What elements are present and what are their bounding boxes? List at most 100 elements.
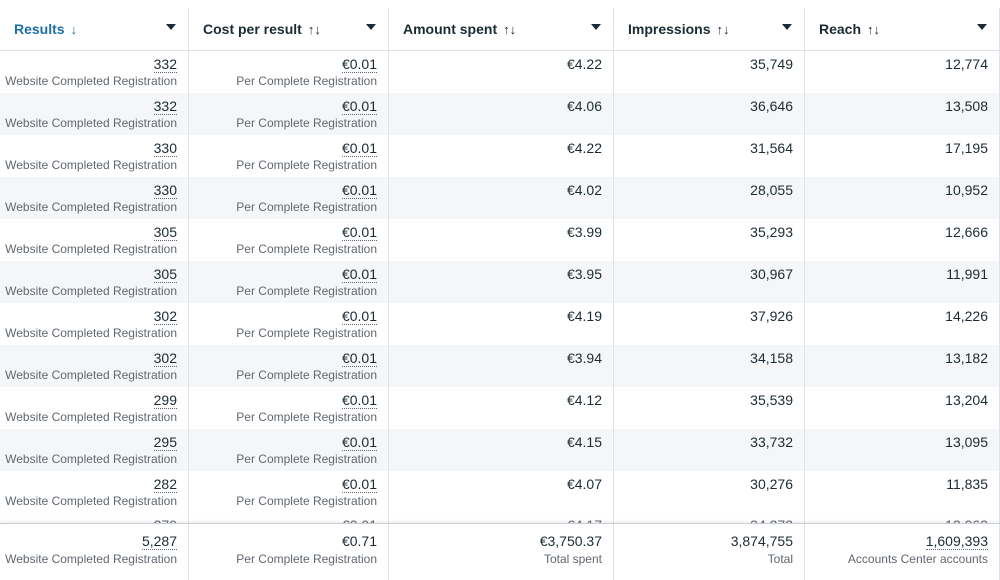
amount-spent-value: €3.99 xyxy=(566,224,602,240)
impressions-cell: 34,372 xyxy=(614,513,805,523)
amount-spent-cell: €4.07 xyxy=(389,471,614,513)
impressions-cell: 34,158 xyxy=(614,345,805,387)
table-row: 299 Website Completed Registration €0.01 P… xyxy=(0,387,1000,429)
reach-cell: 12,774 xyxy=(805,51,1000,93)
caret-down-icon[interactable] xyxy=(782,24,792,30)
cost-per-result-value[interactable]: €0.01 xyxy=(189,261,377,283)
impressions-value: 35,293 xyxy=(750,224,793,240)
amount-spent-cell: €3.94 xyxy=(389,345,614,387)
cost-per-result-value[interactable]: €0.01 xyxy=(189,429,377,451)
total-reach-cell: 1,609,393 Accounts Center accounts xyxy=(805,524,1000,580)
cost-per-result-label: Per Complete Registration xyxy=(236,410,377,424)
cost-per-result-value[interactable]: €0.01 xyxy=(189,387,377,409)
table-row: 295 Website Completed Registration €0.01 P… xyxy=(0,429,1000,471)
total-results-value[interactable]: 5,287 xyxy=(0,524,177,550)
results-value[interactable]: 295 xyxy=(0,429,177,451)
results-value[interactable]: 282 xyxy=(0,471,177,493)
cost-per-result-label: Per Complete Registration xyxy=(236,242,377,256)
impressions-value: 28,055 xyxy=(750,182,793,198)
reach-value: 12,774 xyxy=(945,56,988,72)
reach-value: 10,952 xyxy=(945,182,988,198)
column-header-amount-spent[interactable]: Amount spent ↑↓ xyxy=(389,8,614,50)
column-header-reach[interactable]: Reach ↑↓ xyxy=(805,8,1000,50)
results-cell: 299 Website Completed Registration xyxy=(0,387,189,429)
amount-spent-cell: €4.12 xyxy=(389,387,614,429)
total-reach-value[interactable]: 1,609,393 xyxy=(805,524,988,550)
column-header-impressions[interactable]: Impressions ↑↓ xyxy=(614,8,805,50)
cost-per-result-value[interactable]: €0.01 xyxy=(189,51,377,73)
sort-arrow-icon[interactable]: ↓ xyxy=(71,22,78,37)
results-cell: 305 Website Completed Registration xyxy=(0,261,189,303)
table-row: 302 Website Completed Registration €0.01 P… xyxy=(0,345,1000,387)
impressions-cell: 31,564 xyxy=(614,135,805,177)
results-label: Website Completed Registration xyxy=(5,242,177,256)
reach-value: 13,095 xyxy=(945,434,988,450)
results-cell: 295 Website Completed Registration xyxy=(0,429,189,471)
impressions-value: 30,276 xyxy=(750,476,793,492)
results-label: Website Completed Registration xyxy=(5,452,177,466)
impressions-value: 35,539 xyxy=(750,392,793,408)
results-value[interactable]: 332 xyxy=(0,93,177,115)
partial-table-row: 279 €0.01 €4.17 34,372 13,063 xyxy=(0,513,1000,523)
reach-value: 13,182 xyxy=(945,350,988,366)
column-header-results[interactable]: Results ↓ xyxy=(0,8,189,50)
reach-cell: 12,666 xyxy=(805,219,1000,261)
results-value[interactable]: 302 xyxy=(0,345,177,367)
impressions-value: 37,926 xyxy=(750,308,793,324)
total-reach-label: Accounts Center accounts xyxy=(847,552,988,566)
column-label-cost-per-result: Cost per result xyxy=(203,21,302,37)
impressions-cell: 35,749 xyxy=(614,51,805,93)
sort-arrows-icon[interactable]: ↑↓ xyxy=(308,22,321,37)
sort-arrows-icon[interactable]: ↑↓ xyxy=(867,22,880,37)
results-value[interactable]: 302 xyxy=(0,303,177,325)
amount-spent-value: €4.12 xyxy=(566,392,602,408)
results-cell: 302 Website Completed Registration xyxy=(0,345,189,387)
results-value[interactable]: 299 xyxy=(0,387,177,409)
cost-per-result-label: Per Complete Registration xyxy=(236,284,377,298)
cost-per-result-value[interactable]: €0.01 xyxy=(189,219,377,241)
cost-per-result-label: Per Complete Registration xyxy=(236,494,377,508)
total-amount-spent-value: €3,750.37 xyxy=(539,533,602,549)
results-label: Website Completed Registration xyxy=(5,410,177,424)
reach-cell: 11,835 xyxy=(805,471,1000,513)
cost-per-result-label: Per Complete Registration xyxy=(236,200,377,214)
results-value[interactable]: 305 xyxy=(0,261,177,283)
results-label: Website Completed Registration xyxy=(5,284,177,298)
cost-per-result-cell: €0.01 Per Complete Registration xyxy=(189,345,389,387)
results-value[interactable]: 330 xyxy=(0,135,177,157)
results-value[interactable]: 305 xyxy=(0,219,177,241)
impressions-cell: 30,967 xyxy=(614,261,805,303)
caret-down-icon[interactable] xyxy=(366,24,376,30)
results-cell: 332 Website Completed Registration xyxy=(0,93,189,135)
impressions-value: 33,732 xyxy=(750,434,793,450)
cost-per-result-value[interactable]: €0.01 xyxy=(189,135,377,157)
reach-cell: 13,204 xyxy=(805,387,1000,429)
column-header-cost-per-result[interactable]: Cost per result ↑↓ xyxy=(189,8,389,50)
reach-value: 13,204 xyxy=(945,392,988,408)
caret-down-icon[interactable] xyxy=(977,24,987,30)
caret-down-icon[interactable] xyxy=(166,24,176,30)
results-value[interactable]: 332 xyxy=(0,51,177,73)
ads-results-table: Results ↓ Cost per result ↑↓ Amount spen… xyxy=(0,0,1000,580)
impressions-cell: 35,293 xyxy=(614,219,805,261)
cost-per-result-value[interactable]: €0.01 xyxy=(189,177,377,199)
results-cell: 279 xyxy=(0,513,189,523)
results-label: Website Completed Registration xyxy=(5,326,177,340)
cost-per-result-value[interactable]: €0.01 xyxy=(189,303,377,325)
cost-per-result-value[interactable]: €0.01 xyxy=(189,93,377,115)
caret-down-icon[interactable] xyxy=(591,24,601,30)
cost-per-result-value[interactable]: €0.01 xyxy=(189,345,377,367)
impressions-value: 31,564 xyxy=(750,140,793,156)
cost-per-result-cell: €0.01 Per Complete Registration xyxy=(189,261,389,303)
table-row: 282 Website Completed Registration €0.01 P… xyxy=(0,471,1000,513)
results-label: Website Completed Registration xyxy=(5,74,177,88)
amount-spent-value: €4.15 xyxy=(566,434,602,450)
total-amount-spent-cell: €3,750.37 Total spent xyxy=(389,524,614,580)
cost-per-result-label: Per Complete Registration xyxy=(236,452,377,466)
sort-arrows-icon[interactable]: ↑↓ xyxy=(716,22,729,37)
sort-arrows-icon[interactable]: ↑↓ xyxy=(503,22,516,37)
cost-per-result-value[interactable]: €0.01 xyxy=(189,471,377,493)
results-cell: 282 Website Completed Registration xyxy=(0,471,189,513)
table-header: Results ↓ Cost per result ↑↓ Amount spen… xyxy=(0,8,1000,51)
results-value[interactable]: 330 xyxy=(0,177,177,199)
